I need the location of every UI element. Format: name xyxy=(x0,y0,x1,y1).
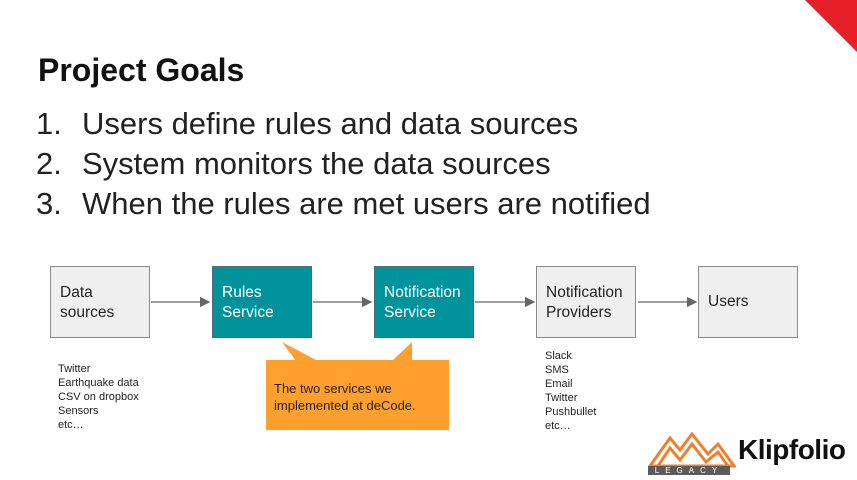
box-label-line: Notification xyxy=(384,284,461,301)
klipfolio-logo: Klipfolio xyxy=(738,434,846,465)
list-item: Twitter xyxy=(545,392,578,404)
box-label-line: Notification xyxy=(546,284,623,301)
box-label-line: Rules xyxy=(222,284,262,301)
list-item: etc… xyxy=(58,419,84,431)
box-label-line: Users xyxy=(708,293,749,310)
list-item: etc… xyxy=(545,420,571,432)
notification-providers-box: Notification Providers xyxy=(536,266,636,338)
callout-pointer-left xyxy=(282,342,318,361)
box-label-line: Service xyxy=(222,304,274,321)
list-item: Email xyxy=(545,378,573,390)
list-item: CSV on dropbox xyxy=(58,391,139,403)
list-item: SMS xyxy=(545,364,569,376)
box-label-line: Providers xyxy=(546,304,612,321)
users-box: Users xyxy=(698,266,798,338)
providers-list: Slack SMS Email Twitter Pushbullet etc… xyxy=(545,349,596,433)
list-item: Twitter xyxy=(58,363,91,375)
data-sources-box: Data sources xyxy=(50,266,150,338)
data-sources-list: Twitter Earthquake data CSV on dropbox S… xyxy=(58,362,139,432)
box-label-line: Data xyxy=(60,284,93,301)
callout-pointer-right xyxy=(392,342,412,361)
list-item: Earthquake data xyxy=(58,377,139,389)
mountain-logo-icon xyxy=(648,432,736,468)
list-item: Slack xyxy=(545,350,572,362)
rules-service-box: Rules Service xyxy=(212,266,312,338)
box-label-line: Service xyxy=(384,304,436,321)
notification-service-box: Notification Service xyxy=(374,266,474,338)
list-item: Pushbullet xyxy=(545,406,597,418)
logo-tag: LEGACY xyxy=(648,466,730,475)
callout-text: The two services we implemented at deCod… xyxy=(274,381,416,413)
list-item: Sensors xyxy=(58,405,99,417)
box-label-line: sources xyxy=(60,304,115,321)
